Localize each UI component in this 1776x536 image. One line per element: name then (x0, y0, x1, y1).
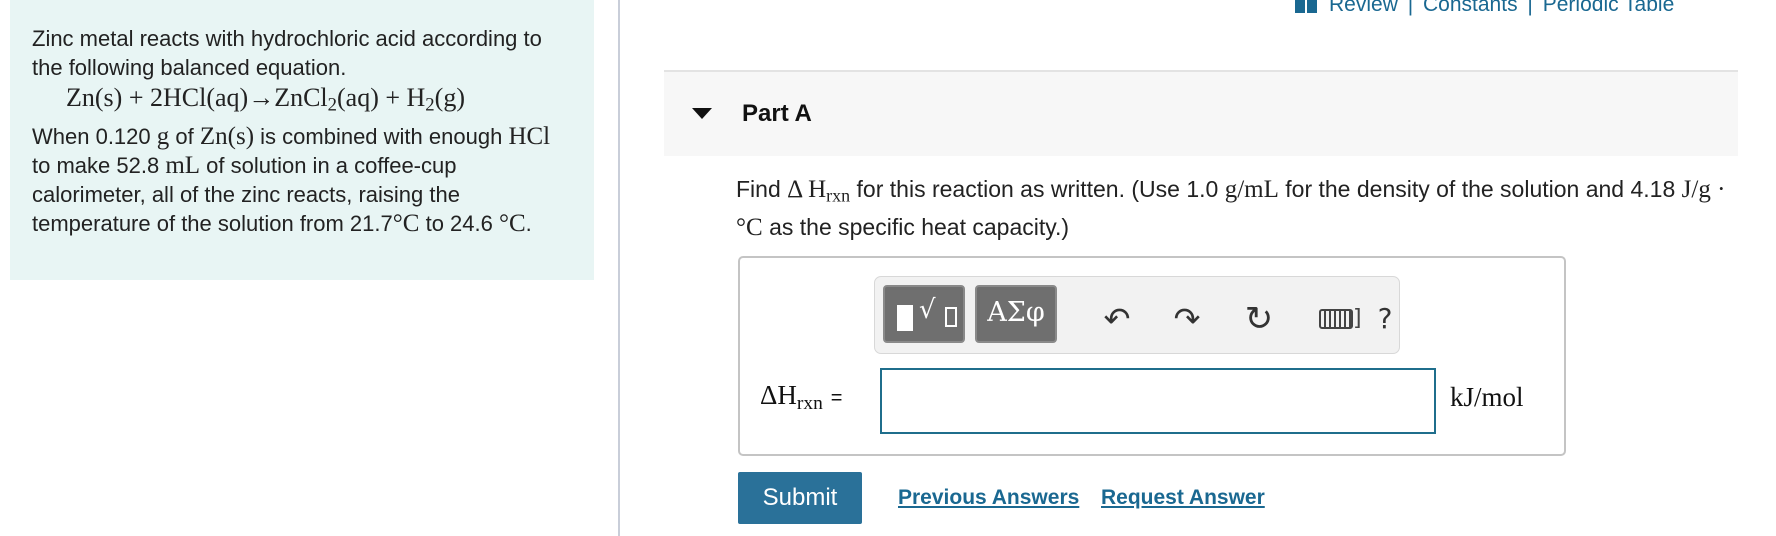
math-toolbar: √ ΑΣφ ↶ ↷ ↻ ] ? (874, 276, 1400, 354)
problem-unit-ml: mL (165, 151, 201, 179)
part-title: Part A (742, 100, 812, 127)
equation-sub-h: 2 (425, 94, 435, 116)
problem-period: . (525, 210, 532, 236)
delta-h-symbol: Δ Hrxn (787, 176, 851, 206)
problem-text: When 0.120 (32, 123, 151, 149)
equation-h2-state: (g) (434, 83, 465, 112)
box-icon (945, 307, 957, 327)
book-icon (1295, 0, 1317, 14)
problem-degc: °C (392, 209, 420, 237)
problem-unit-g: g (156, 122, 170, 150)
problem-degc: °C (498, 209, 526, 237)
submit-button[interactable]: Submit (738, 472, 862, 524)
problem-text: of (175, 123, 194, 149)
delta-h-subscript: rxn (826, 185, 851, 206)
delta-h: Δ H (787, 176, 827, 203)
question-text-part: Find (736, 176, 781, 202)
problem-text: to make 52.8 (32, 152, 160, 178)
balanced-equation: Zn(s) + 2HCl(aq)→ZnCl2(aq) + H2(g) (32, 82, 572, 122)
equation-arrow: → (248, 83, 275, 112)
radical-icon: √ (919, 295, 936, 325)
equation-sub-cl: 2 (327, 94, 337, 116)
keyboard-bracket: ] (1353, 306, 1362, 331)
problem-body: When 0.120 g of Zn(s) is combined with e… (32, 122, 572, 238)
keyboard-shape (1319, 309, 1353, 329)
problem-text: is combined with enough (260, 123, 503, 149)
equation-reactants: Zn(s) + 2HCl(aq) (66, 83, 249, 112)
greek-symbols-button[interactable]: ΑΣφ (975, 285, 1057, 343)
link-separator: | (1527, 0, 1533, 16)
question-text-part: for this reaction as written. (Use 1.0 (856, 176, 1219, 202)
undo-icon[interactable]: ↶ (1097, 299, 1137, 339)
problem-zn: Zn(s) (199, 122, 255, 150)
question-text-part: for the density of the solution and 4.18 (1285, 176, 1676, 202)
question-text: Find Δ Hrxn for this reaction as written… (736, 174, 1746, 243)
delta-h: ΔH (760, 380, 797, 410)
unit-label: kJ/mol (1450, 382, 1524, 412)
request-answer-link[interactable]: Request Answer (1101, 486, 1265, 510)
answer-input[interactable] (880, 368, 1436, 434)
previous-answers-link[interactable]: Previous Answers (898, 486, 1079, 510)
templates-button[interactable]: √ (883, 285, 965, 343)
delta-h-label: ΔHrxn = (760, 380, 842, 415)
problem-intro: Zinc metal reacts with hydrochloric acid… (32, 26, 542, 80)
help-icon[interactable]: ? (1365, 299, 1405, 339)
problem-panel: Zinc metal reacts with hydrochloric acid… (10, 0, 594, 280)
caret-down-icon[interactable] (692, 108, 712, 119)
periodic-table-link[interactable]: Periodic Table (1543, 0, 1675, 16)
block-icon (897, 305, 913, 331)
equation-product-state: (aq) + H (337, 83, 426, 112)
part-a-header[interactable]: Part A (664, 70, 1738, 156)
answer-box: √ ΑΣφ ↶ ↷ ↻ ] ? ΔHrxn = kJ/mol (738, 256, 1566, 456)
equation-product-zncl: ZnCl (274, 83, 328, 112)
panel-divider (618, 0, 620, 536)
delta-h-subscript: rxn (796, 392, 823, 414)
problem-text: to 24.6 (425, 210, 493, 236)
top-links: Review | Constants | Periodic Table (1295, 0, 1674, 17)
equals-sign: = (830, 387, 843, 409)
problem-hcl: HCl (508, 122, 551, 150)
redo-icon[interactable]: ↷ (1167, 299, 1207, 339)
reset-icon[interactable]: ↻ (1239, 299, 1279, 339)
constants-link[interactable]: Constants (1423, 0, 1518, 16)
link-separator: | (1407, 0, 1414, 16)
review-link[interactable]: Review (1329, 0, 1398, 16)
question-text-part: as the specific heat capacity.) (769, 213, 1070, 240)
keyboard-icon[interactable]: ] (1311, 299, 1362, 339)
density-unit: g/mL (1224, 176, 1279, 203)
